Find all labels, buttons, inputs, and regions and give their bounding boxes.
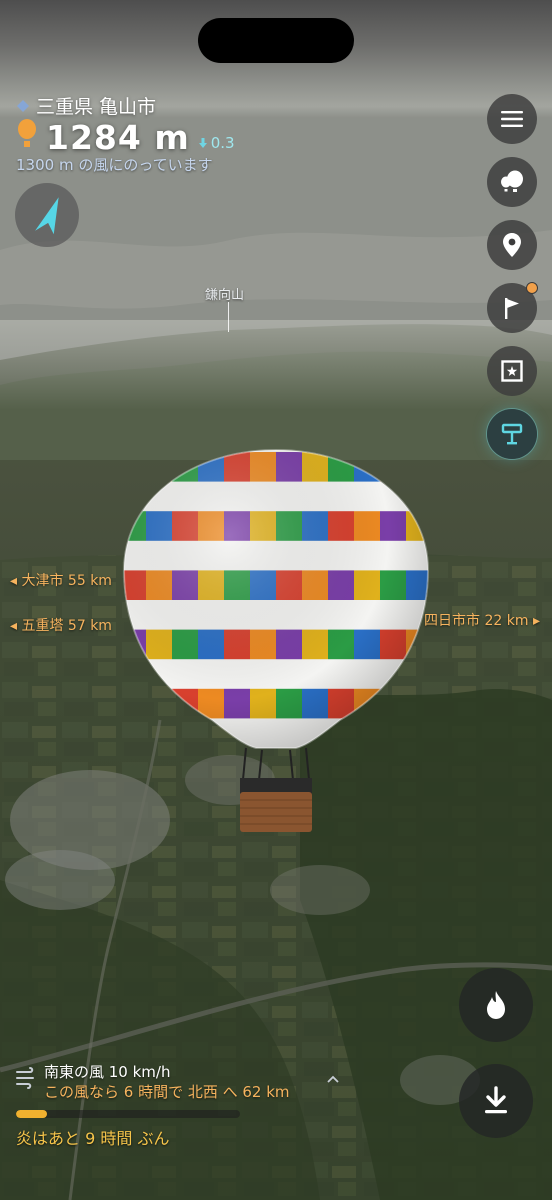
burner-button[interactable] (459, 968, 533, 1042)
wind-layer-text: 1300 m の風にのっています (16, 156, 213, 174)
flag-icon (505, 298, 519, 319)
flame-icon (487, 991, 505, 1019)
altitude-value: 1284 m (46, 118, 190, 157)
map-pin-button[interactable] (487, 220, 537, 270)
balloon-altitude-icon (18, 119, 36, 147)
device-notch (198, 18, 354, 63)
chevron-right-icon: ▸ (528, 613, 540, 629)
mailbox-icon (501, 423, 523, 445)
wind-direction: 南東の風 10 km/h (44, 1063, 171, 1081)
menu-button[interactable] (487, 94, 537, 144)
fuel-remaining: 炎はあと 9 時間 ぶん (16, 1129, 170, 1148)
balloons-button[interactable] (487, 157, 537, 207)
location-diamond-icon (17, 99, 29, 112)
notification-dot (526, 282, 538, 294)
wind-forecast: この風なら 6 時間で 北西 へ 62 km (44, 1083, 290, 1101)
direction-label-left-1[interactable]: ◂ 大津市 55 km (10, 570, 112, 590)
climb-rate-value: 0.3 (210, 134, 235, 152)
chevron-left-icon: ◂ (10, 618, 22, 634)
mountain-label: 鎌向山 (205, 288, 245, 303)
compass-button[interactable] (15, 183, 79, 247)
mountain-pin (228, 302, 229, 332)
map-pin-icon (503, 233, 521, 257)
climb-rate: 0.3 (198, 134, 235, 152)
descend-button[interactable] (459, 1064, 533, 1138)
navigation-arrow-icon (35, 197, 59, 235)
location: 三重県 亀山市 (16, 92, 156, 119)
menu-icon (501, 111, 523, 127)
flag-button[interactable] (487, 282, 538, 333)
altitude-row: 1284 m 0.3 (16, 118, 235, 157)
arrow-down-icon (198, 138, 207, 148)
location-name: 三重県 亀山市 (36, 96, 157, 118)
chevron-up-icon[interactable] (326, 1074, 340, 1084)
download-icon (485, 1086, 507, 1114)
balloons-icon (501, 170, 523, 192)
direction-label-left-2[interactable]: ◂ 五重塔 57 km (10, 615, 112, 635)
mailbox-button[interactable] (487, 409, 537, 459)
wind-icon (16, 1067, 34, 1089)
fuel-bar (16, 1110, 240, 1118)
chevron-left-icon: ◂ (10, 573, 22, 589)
direction-label-right-1[interactable]: 四日市市 22 km ▸ (424, 610, 540, 630)
fuel-bar-fill (16, 1110, 48, 1118)
photo-frame-button[interactable] (487, 346, 537, 396)
photo-frame-icon (501, 360, 523, 382)
